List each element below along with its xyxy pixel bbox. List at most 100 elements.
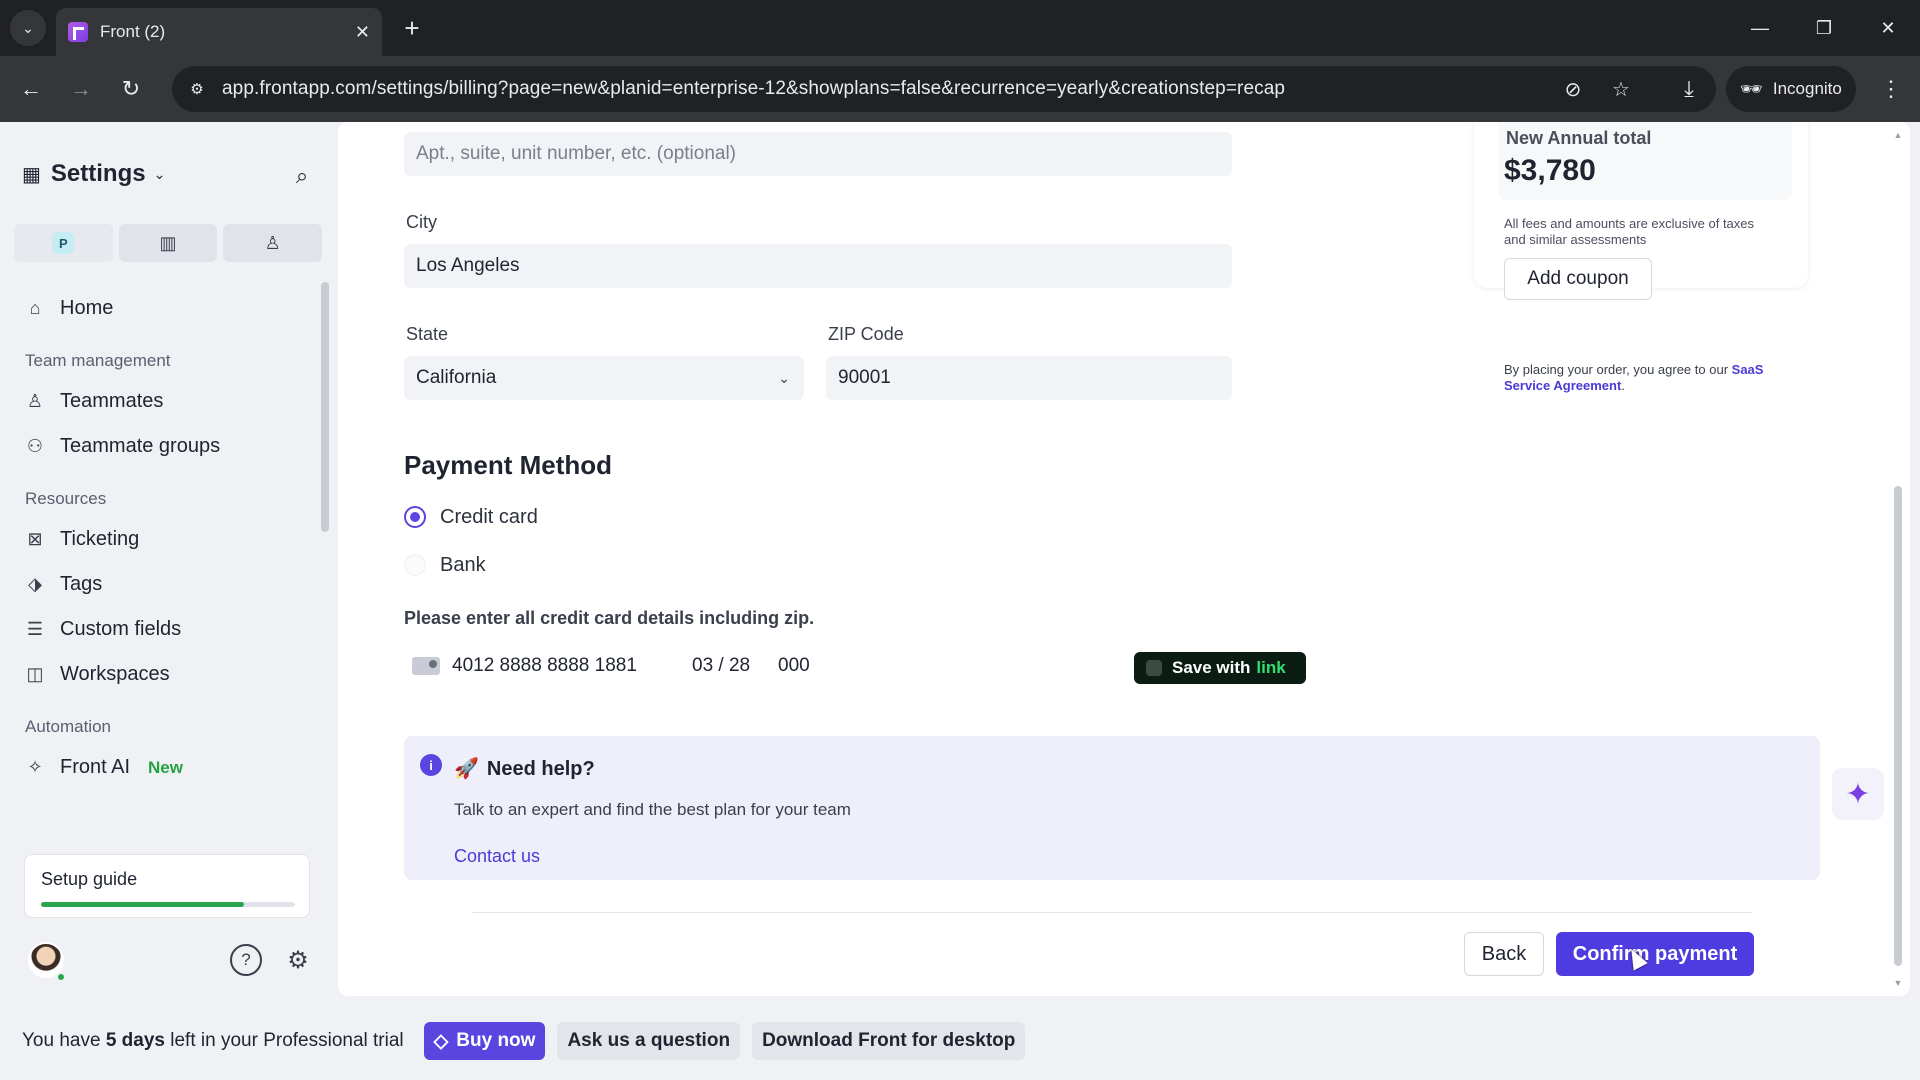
add-coupon-button[interactable]: Add coupon	[1504, 258, 1652, 300]
setup-guide-label: Setup guide	[41, 869, 138, 889]
sidebar-item-teammates[interactable]: ♙ Teammates	[0, 379, 320, 424]
card-expiry-field[interactable]: 03 / 28	[692, 655, 778, 677]
fees-note: All fees and amounts are exclusive of ta…	[1504, 216, 1755, 247]
info-icon: i	[420, 754, 442, 776]
card-number-field[interactable]: 4012 8888 8888 1881	[452, 655, 692, 677]
checkbox-icon	[1146, 660, 1162, 676]
trial-suffix: left in your Professional trial	[164, 1030, 404, 1051]
sidebar-section-automation: Automation	[25, 717, 111, 736]
fields-icon: ☰	[26, 619, 44, 639]
download-icon[interactable]: ⤓	[1672, 72, 1706, 106]
personal-scope-button[interactable]: ♙	[223, 224, 323, 262]
incognito-indicator[interactable]: 🕶 Incognito	[1726, 66, 1856, 112]
ai-sparkle-button[interactable]: ✦	[1832, 768, 1884, 820]
person-icon: ♙	[26, 391, 44, 411]
close-tab-icon[interactable]: ✕	[355, 22, 370, 43]
state-select[interactable]: California ⌄	[404, 356, 804, 400]
setup-progress-bar	[41, 902, 295, 907]
main-scrollbar[interactable]: ▲ ▼	[1892, 130, 1904, 988]
need-help-subtitle: Talk to an expert and find the best plan…	[454, 800, 851, 819]
credit-card-radio[interactable]	[404, 506, 426, 528]
scrollbar-thumb[interactable]	[1894, 486, 1902, 966]
city-label: City	[406, 212, 437, 232]
card-input[interactable]: 4012 8888 8888 1881 03 / 28 000 Save wit…	[404, 642, 1306, 690]
settings-menu-header[interactable]: ▦ Settings ⌄	[22, 160, 165, 188]
bank-radio[interactable]	[404, 554, 426, 576]
help-icon[interactable]: ?	[230, 944, 262, 976]
home-icon: ⌂	[29, 298, 41, 318]
buy-now-button[interactable]: ◇ Buy now	[423, 1022, 546, 1060]
site-info-icon[interactable]: ⚙	[186, 78, 208, 100]
sidebar-item-teammate-groups[interactable]: ⚇ Teammate groups	[0, 424, 320, 469]
browser-tab[interactable]: Front (2) ✕	[56, 8, 382, 56]
gear-icon[interactable]: ⚙	[282, 944, 314, 976]
confirm-payment-button[interactable]: Confirm payment	[1556, 932, 1754, 976]
scrollbar-thumb[interactable]	[321, 282, 329, 532]
annual-total-value: $3,780	[1504, 154, 1596, 187]
zip-input[interactable]: 90001	[826, 356, 1232, 400]
trial-banner: You have 5 days left in your Professiona…	[0, 1002, 1920, 1080]
agreement-prefix: By placing your order, you agree to our	[1504, 362, 1729, 377]
buy-now-label: Buy now	[456, 1030, 536, 1051]
scroll-down-icon[interactable]: ▼	[1892, 978, 1904, 988]
sparkle-icon: ✧	[27, 757, 43, 777]
contact-us-link[interactable]: Contact us	[454, 846, 540, 867]
sidebar-scrollbar[interactable]	[320, 282, 330, 682]
sidebar-item-front-ai[interactable]: ✧ Front AI New	[0, 745, 320, 790]
scroll-up-icon[interactable]: ▲	[1892, 130, 1904, 140]
settings-sidebar: ▦ Settings ⌄ ⌕ P ▥ ♙ ⌂ Home Team managem…	[0, 122, 336, 1002]
sidebar-item-ticketing[interactable]: ⊠ Ticketing	[0, 517, 320, 562]
grid-icon: ▦	[22, 163, 41, 186]
zip-label: ZIP Code	[828, 324, 904, 344]
card-cvc-field[interactable]: 000	[778, 655, 818, 677]
company-scope-button[interactable]: ▥	[118, 224, 218, 262]
address-line2-input[interactable]: Apt., suite, unit number, etc. (optional…	[404, 132, 1232, 176]
trial-prefix: You have	[22, 1030, 106, 1051]
search-icon[interactable]: ⌕	[286, 160, 318, 192]
ticket-icon: ⊠	[27, 529, 43, 549]
sidebar-item-tags[interactable]: ⬗ Tags	[0, 562, 320, 607]
new-tab-button[interactable]: +	[396, 12, 428, 44]
minimize-icon[interactable]: —	[1740, 10, 1780, 46]
close-window-icon[interactable]: ✕	[1868, 10, 1908, 46]
browser-toolbar: ← → ↻ ⚙ app.frontapp.com/settings/billin…	[0, 56, 1920, 122]
sidebar-item-label: Teammates	[60, 390, 164, 412]
credit-card-label[interactable]: Credit card	[440, 506, 538, 529]
bank-label[interactable]: Bank	[440, 554, 486, 577]
city-input[interactable]: Los Angeles	[404, 244, 1232, 288]
workspace-icon: ◫	[26, 664, 44, 684]
restore-icon[interactable]: ❐	[1804, 10, 1844, 46]
save-with-link-button[interactable]: Save with link	[1134, 652, 1306, 684]
browser-menu-icon[interactable]: ⋮	[1876, 72, 1906, 106]
billing-panel: Apt., suite, unit number, etc. (optional…	[338, 122, 1910, 996]
eye-off-icon[interactable]: ⊘	[1560, 76, 1586, 102]
forward-arrow-icon[interactable]: →	[64, 72, 98, 106]
bookmark-star-icon[interactable]: ☆	[1608, 76, 1634, 102]
sidebar-item-label: Home	[60, 297, 114, 319]
address-bar[interactable]: ⚙ app.frontapp.com/settings/billing?page…	[172, 66, 1716, 112]
ask-question-button[interactable]: Ask us a question	[557, 1022, 741, 1060]
sidebar-section-team-management: Team management	[25, 351, 171, 370]
back-button[interactable]: Back	[1464, 932, 1544, 976]
sidebar-item-home[interactable]: ⌂ Home	[0, 286, 320, 331]
sidebar-item-label: Tags	[60, 573, 103, 595]
annual-total-label: New Annual total	[1506, 128, 1652, 148]
chevron-down-icon: ⌄	[778, 370, 790, 386]
sidebar-item-label: Workspaces	[60, 663, 170, 685]
reload-icon[interactable]: ↻	[114, 72, 148, 106]
card-details-note: Please enter all credit card details inc…	[404, 608, 815, 628]
workspace-scope-button[interactable]: P	[14, 224, 113, 262]
sidebar-item-label: Custom fields	[60, 618, 182, 640]
back-arrow-icon[interactable]: ←	[14, 72, 48, 106]
sidebar-item-custom-fields[interactable]: ☰ Custom fields	[0, 607, 320, 652]
order-summary-card: New Annual total $3,780 All fees and amo…	[1474, 122, 1808, 300]
sidebar-item-workspaces[interactable]: ◫ Workspaces	[0, 652, 320, 697]
credit-card-icon	[412, 657, 440, 675]
tab-search-button[interactable]: ⌄	[10, 10, 46, 46]
setup-guide-card[interactable]: Setup guide	[24, 854, 310, 918]
new-badge: New	[148, 757, 183, 777]
download-desktop-button[interactable]: Download Front for desktop	[752, 1022, 1026, 1060]
rocket-icon: 🚀	[454, 758, 479, 780]
state-label: State	[406, 324, 449, 344]
divider	[472, 912, 1752, 913]
